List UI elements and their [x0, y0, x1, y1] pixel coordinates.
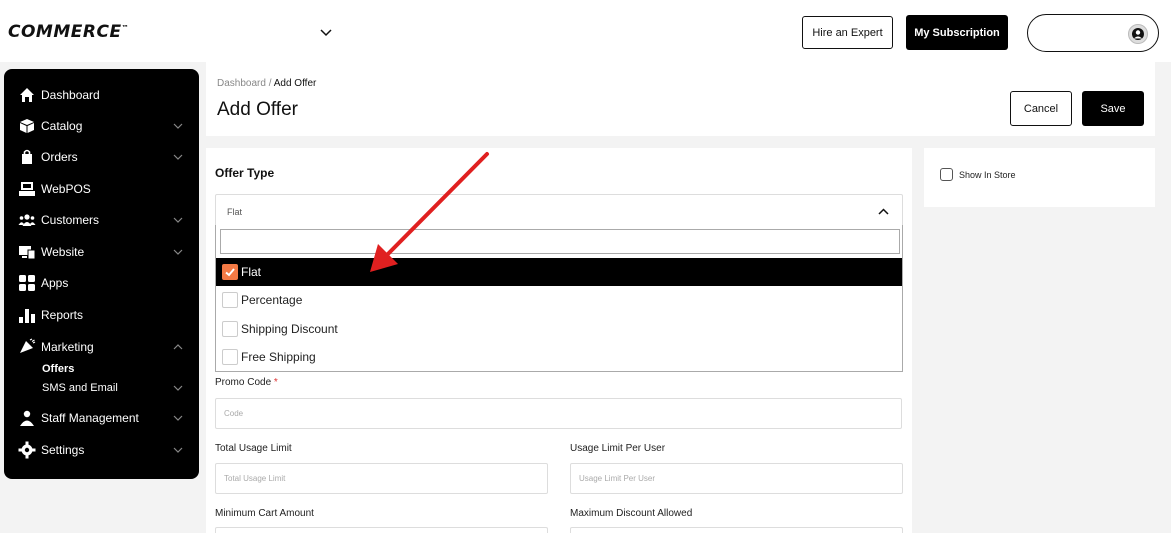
breadcrumb-current: Add Offer	[273, 78, 317, 89]
sidebar-item-label: Apps	[41, 276, 69, 290]
dropdown-option-label: Flat	[241, 265, 262, 279]
sidebar-item-catalog[interactable]: Catalog	[4, 112, 199, 140]
brand-logo[interactable]: COMMERCE™	[8, 22, 129, 42]
hire-expert-button[interactable]: Hire an Expert	[802, 16, 893, 49]
dropdown-option-shipping-discount[interactable]: Shipping Discount	[216, 315, 902, 343]
chevron-down-icon	[173, 385, 183, 391]
annotation-arrow-icon	[370, 152, 489, 272]
megaphone-icon	[20, 338, 36, 353]
sidebar-item-label: Settings	[41, 443, 85, 457]
chevron-down-icon	[173, 154, 183, 160]
sidebar-item-website[interactable]: Website	[4, 238, 199, 266]
sidebar-subitem-offers[interactable]: Offers	[42, 363, 74, 375]
dropdown-search-input[interactable]	[220, 229, 900, 254]
dropdown-option-label: Percentage	[241, 293, 303, 307]
dropdown-option-free-shipping[interactable]: Free Shipping	[216, 343, 902, 371]
sidebar-item-staff-management[interactable]: Staff Management	[4, 404, 199, 432]
sidebar-item-reports[interactable]: Reports	[4, 301, 199, 329]
staff-icon	[20, 410, 34, 426]
sidebar: Dashboard Catalog Orders WebPOS Customer…	[4, 69, 199, 479]
sidebar-item-label: Catalog	[41, 119, 83, 133]
checkbox-checked-icon	[222, 264, 238, 280]
page-header: Dashboard / Add Offer Add Offer Cancel S…	[206, 62, 1155, 136]
sidebar-subitem-label: SMS and Email	[42, 382, 118, 394]
dropdown-option-label: Free Shipping	[241, 350, 316, 364]
sidebar-item-settings[interactable]: Settings	[4, 436, 199, 464]
total-usage-limit-input[interactable]	[215, 463, 548, 494]
sidebar-subitem-sms-email[interactable]: SMS and Email	[4, 375, 199, 401]
page-title: Add Offer	[217, 99, 298, 120]
checkbox-icon	[222, 292, 238, 308]
visibility-card: Show In Store	[924, 148, 1155, 207]
offer-type-select[interactable]: Flat	[215, 194, 903, 227]
users-icon	[18, 214, 36, 226]
breadcrumb-link-dashboard[interactable]: Dashboard	[217, 78, 266, 89]
minimum-cart-amount-label: Minimum Cart Amount	[215, 508, 314, 519]
chevron-down-icon	[173, 447, 183, 453]
chevron-down-icon	[173, 217, 183, 223]
checkbox-icon	[222, 321, 238, 337]
total-usage-limit-label: Total Usage Limit	[215, 443, 292, 454]
sidebar-item-label: Reports	[41, 308, 84, 322]
chevron-down-icon	[173, 123, 183, 129]
offer-type-dropdown: Flat Percentage Shipping Discount Free S…	[215, 225, 903, 372]
page-bottom-strip	[0, 533, 1171, 557]
sidebar-item-label: Orders	[41, 150, 78, 164]
sidebar-item-dashboard[interactable]: Dashboard	[4, 81, 199, 109]
top-bar: COMMERCE™ Hire an Expert My Subscription	[0, 0, 1171, 62]
sidebar-item-marketing[interactable]: Marketing	[4, 333, 199, 361]
promo-code-label: Promo Code *	[215, 377, 278, 388]
chart-icon	[19, 309, 35, 323]
sidebar-item-label: Staff Management	[41, 411, 139, 425]
maximum-discount-allowed-label: Maximum Discount Allowed	[570, 508, 693, 519]
dropdown-option-percentage[interactable]: Percentage	[216, 286, 902, 314]
my-subscription-button[interactable]: My Subscription	[906, 15, 1008, 50]
offer-type-selected-value: Flat	[227, 207, 243, 217]
sidebar-item-label: Marketing	[41, 340, 94, 354]
sidebar-item-label: Dashboard	[41, 88, 100, 102]
store-selector-chevron-icon[interactable]	[318, 24, 334, 40]
sidebar-item-label: WebPOS	[41, 182, 91, 196]
sidebar-item-apps[interactable]: Apps	[4, 269, 199, 297]
box-icon	[20, 119, 34, 133]
chevron-up-icon	[878, 208, 889, 215]
chevron-down-icon	[173, 249, 183, 255]
show-in-store-checkbox[interactable]	[940, 168, 953, 181]
register-icon	[19, 182, 35, 196]
checkbox-icon	[222, 349, 238, 365]
sidebar-item-label: Website	[41, 245, 85, 259]
chevron-up-icon	[173, 344, 183, 350]
sidebar-item-customers[interactable]: Customers	[4, 206, 199, 234]
home-icon	[20, 88, 34, 102]
apps-icon	[19, 275, 35, 291]
profile-menu[interactable]	[1027, 14, 1159, 52]
breadcrumb-separator: /	[265, 78, 274, 89]
monitor-icon	[19, 246, 36, 260]
gear-icon	[18, 441, 36, 459]
sidebar-item-label: Customers	[41, 213, 100, 227]
offer-type-label: Offer Type	[215, 166, 275, 180]
dropdown-option-flat[interactable]: Flat	[216, 258, 902, 286]
avatar-icon	[1128, 24, 1148, 44]
show-in-store-label: Show In Store	[959, 170, 1016, 180]
cancel-button[interactable]: Cancel	[1010, 91, 1072, 126]
usage-limit-per-user-label: Usage Limit Per User	[570, 443, 666, 454]
chevron-down-icon	[173, 415, 183, 421]
sidebar-item-orders[interactable]: Orders	[4, 143, 199, 171]
promo-code-input[interactable]	[215, 398, 902, 429]
bag-icon	[22, 149, 32, 164]
usage-limit-per-user-input[interactable]	[570, 463, 903, 494]
dropdown-option-label: Shipping Discount	[241, 322, 338, 336]
save-button[interactable]: Save	[1082, 91, 1144, 126]
breadcrumb: Dashboard / Add Offer	[217, 78, 316, 89]
sidebar-item-webpos[interactable]: WebPOS	[4, 175, 199, 203]
